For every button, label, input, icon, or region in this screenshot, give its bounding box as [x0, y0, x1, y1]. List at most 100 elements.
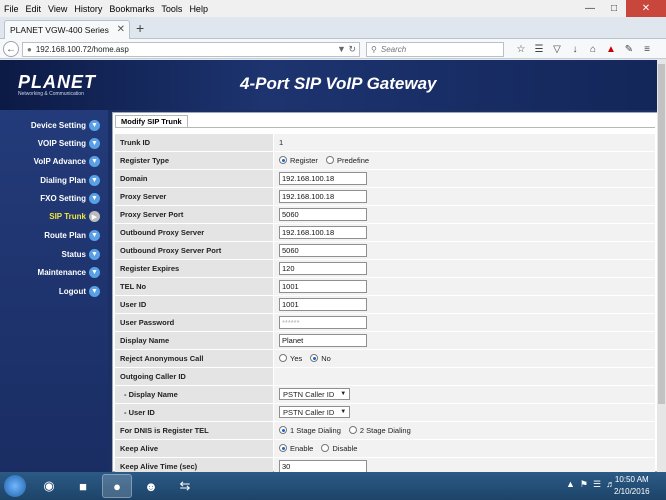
folder-icon[interactable]: ■: [68, 474, 98, 498]
sidebar-item-fxo-setting[interactable]: FXO Setting ▼: [40, 193, 100, 204]
proxy-server-input[interactable]: [279, 189, 367, 203]
network-icon[interactable]: ☰: [593, 479, 601, 490]
arrow-down-icon: ▼: [89, 230, 100, 241]
outbound-proxy-server-port-input[interactable]: [279, 243, 367, 257]
menu-tools[interactable]: Tools: [161, 4, 182, 14]
field-label: Trunk ID: [115, 134, 273, 151]
display-name-input[interactable]: [279, 333, 367, 347]
teamviewer-icon[interactable]: ⇆: [170, 474, 200, 498]
menu-help[interactable]: Help: [189, 4, 208, 14]
sidebar-item-device-setting[interactable]: Device Setting ▼: [31, 120, 100, 131]
sidebar-item-route-plan[interactable]: Route Plan ▼: [44, 230, 100, 241]
sidebar-item-label: Logout: [58, 287, 86, 296]
keep-alive-disable-radio[interactable]: Disable: [321, 444, 357, 453]
menu-icon[interactable]: ≡: [638, 41, 656, 57]
firefox-icon[interactable]: ●: [102, 474, 132, 498]
sidebar-item-voip-setting[interactable]: VOIP Setting ▼: [38, 138, 100, 149]
arrow-down-icon: ▼: [89, 249, 100, 260]
sidebar-item-maintenance[interactable]: Maintenance ▼: [38, 267, 100, 278]
form-row-outbound-proxy-server: Outbound Proxy Server: [115, 224, 655, 242]
two-stage-dialing-radio[interactable]: 2 Stage Dialing: [348, 425, 411, 435]
home-icon[interactable]: ⌂: [584, 41, 602, 57]
form-row-register-expires: Register Expires: [115, 260, 655, 278]
tab-modify-sip-trunk[interactable]: Modify SIP Trunk: [115, 115, 188, 127]
reject-no-radio[interactable]: No: [310, 354, 331, 363]
url-bar[interactable]: ● 192.168.100.72/home.asp ▼ ↻: [22, 42, 360, 57]
outbound-proxy-server-input[interactable]: [279, 225, 367, 239]
tel-no-input[interactable]: [279, 279, 367, 293]
navigation-bar: ← ● 192.168.100.72/home.asp ▼ ↻ ⚲ ☆ ☰ ▽ …: [0, 39, 666, 59]
flag-icon[interactable]: ⚑: [580, 479, 588, 490]
predefine-radio[interactable]: Predefine: [325, 156, 369, 165]
clock-date: 2/10/2016: [614, 487, 650, 496]
chevron-down-icon: ▼: [340, 409, 347, 416]
scrollbar-thumb[interactable]: [658, 64, 665, 404]
sidebar-item-status[interactable]: Status ▼: [62, 249, 100, 260]
field-label: Display Name: [115, 332, 273, 349]
close-tab-icon[interactable]: ✕: [117, 24, 125, 35]
menu-file[interactable]: File: [4, 4, 19, 14]
start-button[interactable]: [4, 475, 26, 497]
reading-list-icon[interactable]: ☰: [530, 41, 548, 57]
clock[interactable]: 10:50 AM 2/10/2016: [614, 474, 650, 498]
reject-yes-radio[interactable]: Yes: [279, 354, 302, 363]
search-input[interactable]: [380, 45, 491, 54]
one-stage-dialing-radio[interactable]: 1 Stage Dialing: [279, 426, 341, 435]
banner: PLANET Networking & Communication 4-Port…: [0, 60, 666, 110]
search-box[interactable]: ⚲: [366, 42, 504, 57]
radio-label: 2 Stage Dialing: [359, 425, 411, 435]
form-row-tel-no: TEL No: [115, 278, 655, 296]
menu-view[interactable]: View: [48, 4, 67, 14]
adobe-icon[interactable]: ▲: [602, 41, 620, 57]
star-icon[interactable]: ☆: [512, 41, 530, 57]
messenger-icon[interactable]: ☻: [136, 474, 166, 498]
vertical-scrollbar[interactable]: [657, 60, 666, 472]
pocket-icon[interactable]: ▽: [548, 41, 566, 57]
user-id-input[interactable]: [279, 297, 367, 311]
product-title: 4-Port SIP VoIP Gateway: [240, 74, 437, 93]
field-label: Domain: [115, 170, 273, 187]
taskbar: ◉ ■ ● ☻ ⇆ ▲ ⚑ ☰ ♬ 10:50 AM 2/10/2016: [0, 472, 666, 500]
search-icon: ⚲: [371, 45, 377, 54]
radio-label: 1 Stage Dialing: [290, 425, 341, 435]
oc-user-id-select[interactable]: PSTN Caller ID ▼: [279, 406, 351, 419]
form-row-outbound-proxy-server-port: Outbound Proxy Server Port: [115, 242, 655, 260]
chat-icon[interactable]: ✎: [620, 41, 638, 57]
menu-bookmarks[interactable]: Bookmarks: [109, 4, 154, 14]
sidebar-item-label: Route Plan: [44, 231, 86, 240]
register-expires-input[interactable]: [279, 261, 367, 275]
reload-icon[interactable]: ▼ ↻: [337, 44, 356, 55]
radio-label: Yes: [290, 353, 303, 363]
minimize-icon[interactable]: —: [578, 0, 602, 17]
new-tab-icon[interactable]: +: [136, 20, 144, 36]
user-password-input[interactable]: [279, 315, 367, 329]
sidebar-item-logout[interactable]: Logout ▼: [59, 286, 100, 297]
maximize-icon[interactable]: □: [602, 0, 626, 17]
ie-icon[interactable]: ◉: [34, 474, 64, 498]
form-row-register-type: Register Type Register Predefine: [115, 152, 655, 170]
back-arrow-icon[interactable]: ←: [3, 41, 19, 57]
sidebar-item-voip-advance[interactable]: VoIP Advance ▼: [34, 156, 100, 167]
proxy-server-port-input[interactable]: [279, 207, 367, 221]
clock-time: 10:50 AM: [614, 475, 649, 484]
close-window-icon[interactable]: ✕: [626, 0, 666, 17]
field-label: Outbound Proxy Server: [115, 224, 273, 241]
tray-arrow-icon[interactable]: ▲: [566, 479, 575, 490]
menu-history[interactable]: History: [74, 4, 102, 14]
field-label: Register Expires: [115, 260, 273, 277]
domain-input[interactable]: [279, 171, 367, 185]
register-radio[interactable]: Register: [279, 156, 318, 165]
menu-edit[interactable]: Edit: [26, 4, 42, 14]
form-row-display-name: Display Name: [115, 332, 655, 350]
keep-alive-enable-radio[interactable]: Enable: [279, 444, 313, 453]
field-label: Proxy Server: [115, 188, 273, 205]
select-value: PSTN Caller ID: [283, 407, 335, 417]
sidebar-item-sip-trunk[interactable]: SIP Trunk ▶: [49, 211, 100, 222]
arrow-down-icon: ▼: [89, 175, 100, 186]
sidebar-item-dialing-plan[interactable]: Dialing Plan ▼: [40, 175, 100, 186]
keep-alive-time-input[interactable]: [279, 459, 367, 472]
url-text: 192.168.100.72/home.asp: [35, 45, 129, 54]
browser-tab[interactable]: PLANET VGW-400 Series IP Tel... ✕: [4, 20, 130, 39]
download-icon[interactable]: ↓: [566, 41, 584, 57]
oc-display-name-select[interactable]: PSTN Caller ID ▼: [279, 388, 351, 401]
